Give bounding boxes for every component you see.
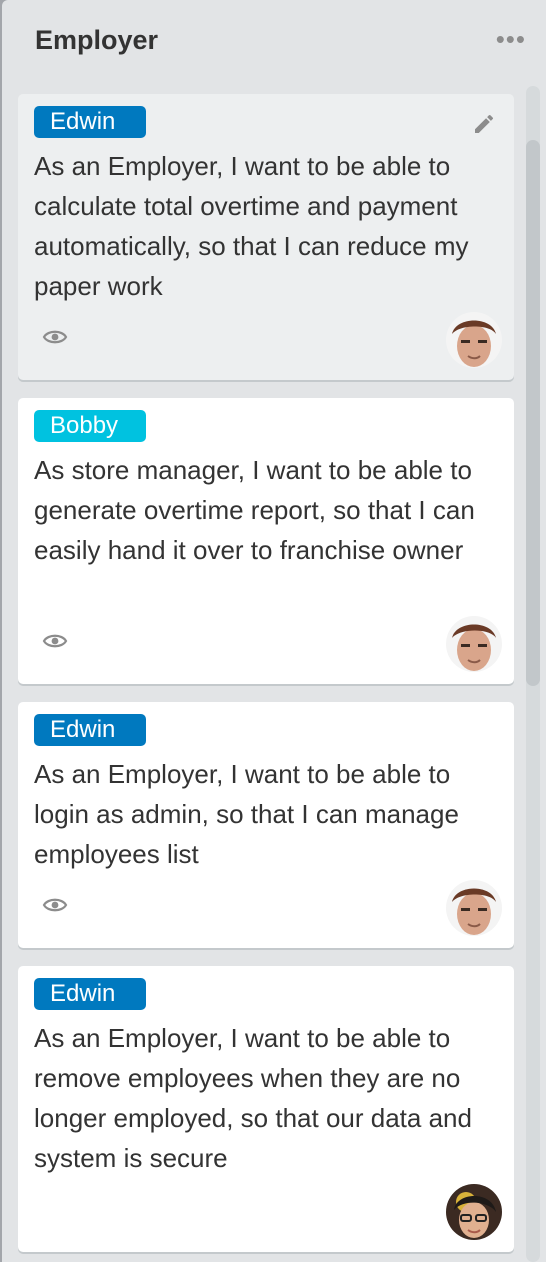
pencil-icon[interactable]	[472, 112, 496, 136]
avatar[interactable]	[446, 880, 502, 936]
list-column: Employer ••• Edwin As an Employer, I wan…	[2, 0, 546, 1262]
card-label: Edwin	[34, 978, 146, 1010]
card-title: As store manager, I want to be able to g…	[34, 455, 475, 565]
list-scrollbar[interactable]	[526, 86, 540, 1262]
list-title[interactable]: Employer	[35, 25, 158, 56]
card-title: As an Employer, I want to be able to rem…	[34, 1023, 472, 1173]
card[interactable]: Edwin As an Employer, I want to be able …	[18, 702, 514, 948]
card-title: As an Employer, I want to be able to cal…	[34, 151, 469, 301]
card[interactable]: Edwin As an Employer, I want to be able …	[18, 94, 514, 380]
list-header: Employer •••	[2, 0, 546, 86]
watch-icon	[42, 634, 68, 648]
avatar[interactable]	[446, 1184, 502, 1240]
more-icon: •••	[495, 24, 526, 54]
avatar[interactable]	[446, 616, 502, 672]
card[interactable]: Edwin As an Employer, I want to be able …	[18, 966, 514, 1252]
card-label: Edwin	[34, 714, 146, 746]
card-label: Bobby	[34, 410, 146, 442]
card-title: As an Employer, I want to be able to log…	[34, 759, 459, 869]
scrollbar-thumb[interactable]	[526, 140, 540, 686]
watch-icon	[42, 330, 68, 344]
list-menu-button[interactable]: •••	[496, 26, 526, 52]
card[interactable]: Bobby As store manager, I want to be abl…	[18, 398, 514, 684]
card-label: Edwin	[34, 106, 146, 138]
avatar[interactable]	[446, 312, 502, 368]
watch-icon	[42, 898, 68, 912]
